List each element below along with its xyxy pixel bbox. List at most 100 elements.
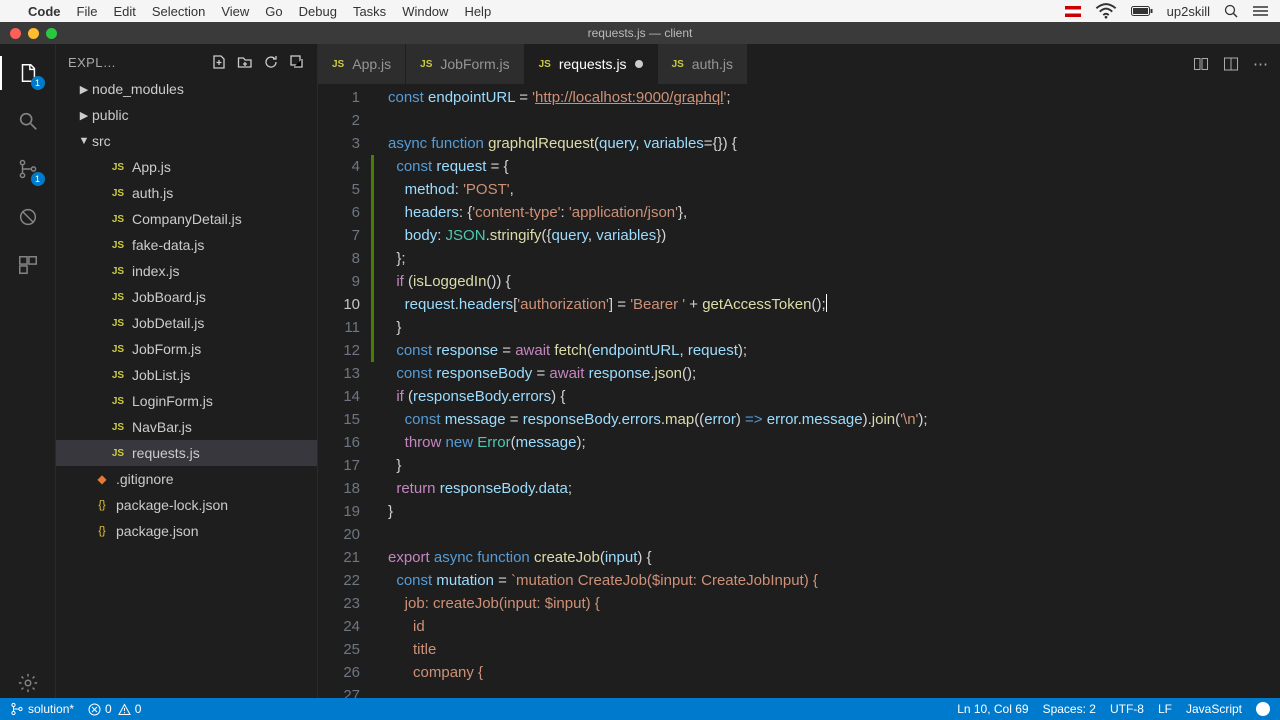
menu-tasks[interactable]: Tasks — [353, 4, 386, 19]
close-button[interactable] — [10, 28, 21, 39]
extensions-icon[interactable] — [13, 250, 43, 280]
tree-item--gitignore[interactable]: ◆.gitignore — [56, 466, 317, 492]
tree-item-label: CompanyDetail.js — [132, 211, 242, 227]
tree-item-package-json[interactable]: {}package.json — [56, 518, 317, 544]
wifi-icon[interactable] — [1095, 0, 1117, 22]
tab-label: requests.js — [559, 56, 627, 72]
errors-count[interactable]: 0 — [88, 702, 112, 716]
tree-item-jobform-js[interactable]: JSJobForm.js — [56, 336, 317, 362]
more-actions-icon[interactable]: ⋯ — [1253, 55, 1268, 73]
eol[interactable]: LF — [1158, 702, 1172, 716]
tab-requests-js[interactable]: JS requests.js — [525, 44, 658, 84]
tab-label: JobForm.js — [440, 56, 509, 72]
explorer-icon[interactable]: 1 — [13, 58, 43, 88]
indentation[interactable]: Spaces: 2 — [1043, 702, 1096, 716]
tree-item-package-lock-json[interactable]: {}package-lock.json — [56, 492, 317, 518]
tree-item-label: requests.js — [132, 445, 200, 461]
battery-icon[interactable] — [1131, 5, 1153, 17]
code-editor[interactable]: 1234567891011121314151617181920212223242… — [318, 84, 1280, 698]
macos-menubar: Code File Edit Selection View Go Debug T… — [0, 0, 1280, 22]
warnings-count[interactable]: 0 — [118, 702, 142, 716]
collapse-all-icon[interactable] — [289, 54, 305, 70]
flag-icon[interactable] — [1065, 6, 1081, 17]
tree-item-label: node_modules — [92, 81, 184, 97]
tree-item-label: App.js — [132, 159, 171, 175]
language-mode[interactable]: JavaScript — [1186, 702, 1242, 716]
encoding[interactable]: UTF-8 — [1110, 702, 1144, 716]
tree-item-jobboard-js[interactable]: JSJobBoard.js — [56, 284, 317, 310]
tree-item-src[interactable]: ▼src — [56, 128, 317, 154]
menu-help[interactable]: Help — [464, 4, 491, 19]
tree-item-label: src — [92, 133, 111, 149]
tree-item-navbar-js[interactable]: JSNavBar.js — [56, 414, 317, 440]
tree-item-label: JobDetail.js — [132, 315, 204, 331]
tree-item-label: LoginForm.js — [132, 393, 213, 409]
tree-item-index-js[interactable]: JSindex.js — [56, 258, 317, 284]
new-folder-icon[interactable] — [237, 54, 253, 70]
tree-item-label: NavBar.js — [132, 419, 192, 435]
menu-debug[interactable]: Debug — [299, 4, 337, 19]
tree-item-app-js[interactable]: JSApp.js — [56, 154, 317, 180]
split-editor-icon[interactable] — [1223, 56, 1239, 72]
window-titlebar: requests.js — client — [0, 22, 1280, 44]
menu-window[interactable]: Window — [402, 4, 448, 19]
menu-edit[interactable]: Edit — [113, 4, 135, 19]
tree-item-auth-js[interactable]: JSauth.js — [56, 180, 317, 206]
debug-icon[interactable] — [13, 202, 43, 232]
tree-item-node_modules[interactable]: ▶node_modules — [56, 76, 317, 102]
file-tree[interactable]: ▶node_modules▶public▼srcJSApp.jsJSauth.j… — [56, 76, 317, 698]
feedback-icon[interactable] — [1256, 702, 1270, 716]
menu-selection[interactable]: Selection — [152, 4, 205, 19]
activity-bar: 1 1 — [0, 44, 56, 698]
tree-item-label: public — [92, 107, 129, 123]
menu-go[interactable]: Go — [265, 4, 282, 19]
app-name[interactable]: Code — [28, 4, 61, 19]
tree-item-label: fake-data.js — [132, 237, 204, 253]
scm-badge: 1 — [31, 172, 45, 186]
tree-item-label: .gitignore — [116, 471, 174, 487]
editor-area: JSApp.jsJSJobForm.jsJSrequests.jsJSauth.… — [318, 44, 1280, 698]
git-branch[interactable]: solution* — [10, 702, 74, 716]
tab-jobform-js[interactable]: JSJobForm.js — [406, 44, 524, 84]
maximize-button[interactable] — [46, 28, 57, 39]
tree-item-jobdetail-js[interactable]: JSJobDetail.js — [56, 310, 317, 336]
tab-app-js[interactable]: JS App.js — [318, 44, 406, 84]
tree-item-loginform-js[interactable]: JSLoginForm.js — [56, 388, 317, 414]
js-icon: JS — [672, 59, 684, 70]
tree-item-label: JobList.js — [132, 367, 190, 383]
tree-item-label: JobForm.js — [132, 341, 201, 357]
dirty-indicator — [635, 60, 643, 68]
editor-tabs: JSApp.jsJSJobForm.jsJSrequests.jsJSauth.… — [318, 44, 1280, 84]
line-gutter: 1234567891011121314151617181920212223242… — [318, 84, 376, 698]
js-icon: JS — [539, 59, 551, 70]
tree-item-companydetail-js[interactable]: JSCompanyDetail.js — [56, 206, 317, 232]
menu-view[interactable]: View — [221, 4, 249, 19]
tab-label: App.js — [352, 56, 391, 72]
cursor-position[interactable]: Ln 10, Col 69 — [957, 702, 1028, 716]
menu-file[interactable]: File — [77, 4, 98, 19]
macos-user[interactable]: up2skill — [1167, 4, 1210, 19]
settings-icon[interactable] — [13, 668, 43, 698]
tree-item-fake-data-js[interactable]: JSfake-data.js — [56, 232, 317, 258]
tree-item-label: index.js — [132, 263, 179, 279]
window-title: requests.js — client — [588, 26, 693, 40]
spotlight-icon[interactable] — [1224, 4, 1239, 19]
explorer-title: EXPL… — [68, 55, 211, 70]
refresh-icon[interactable] — [263, 54, 279, 70]
js-icon: JS — [332, 59, 344, 70]
code-body[interactable]: const endpointURL = 'http://localhost:90… — [376, 84, 1280, 698]
search-icon[interactable] — [13, 106, 43, 136]
new-file-icon[interactable] — [211, 54, 227, 70]
tree-item-label: auth.js — [132, 185, 173, 201]
tab-auth-js[interactable]: JSauth.js — [658, 44, 748, 84]
control-center-icon[interactable] — [1253, 5, 1268, 17]
tree-item-public[interactable]: ▶public — [56, 102, 317, 128]
tree-item-joblist-js[interactable]: JSJobList.js — [56, 362, 317, 388]
compare-changes-icon[interactable] — [1193, 56, 1209, 72]
explorer-badge: 1 — [31, 76, 45, 90]
tree-item-requests-js[interactable]: JSrequests.js — [56, 440, 317, 466]
minimize-button[interactable] — [28, 28, 39, 39]
source-control-icon[interactable]: 1 — [13, 154, 43, 184]
tree-item-label: package-lock.json — [116, 497, 228, 513]
tree-item-label: JobBoard.js — [132, 289, 206, 305]
